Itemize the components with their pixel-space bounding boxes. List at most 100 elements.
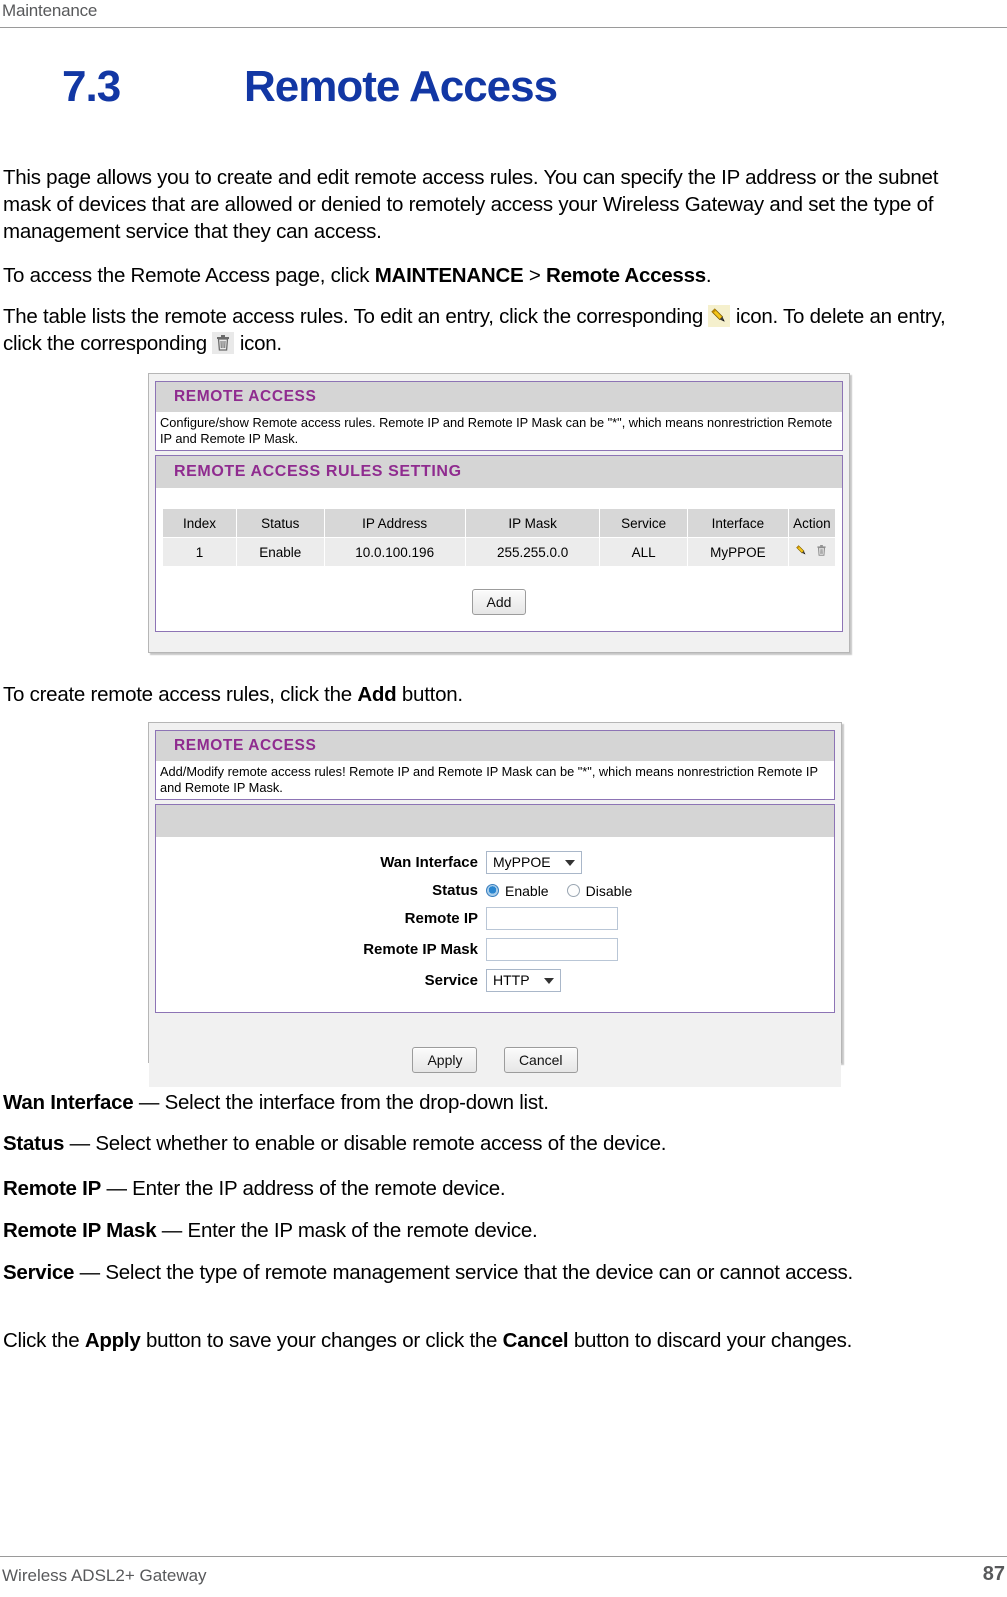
column-header-ip-mask: IP Mask	[464, 508, 601, 538]
definition-term: Remote IP	[3, 1177, 101, 1200]
chevron-down-icon	[564, 859, 575, 866]
service-value: HTTP	[493, 972, 530, 988]
status-label: Status	[432, 882, 478, 899]
remote-ip-label: Remote IP	[404, 910, 478, 927]
remote-access-panel: REMOTE ACCESS Configure/show Remote acce…	[155, 381, 843, 451]
add-button[interactable]: Add	[471, 589, 527, 615]
page-footer: Wireless ADSL2+ Gateway 87	[0, 1556, 1007, 1585]
remote-ip-mask-label: Remote IP Mask	[363, 941, 478, 958]
row-remote-ip-mask: Remote IP Mask	[156, 938, 834, 961]
click-apply-text-2: button to save your changes or click the	[140, 1329, 503, 1352]
remote-ip-input[interactable]	[486, 907, 618, 930]
cancel-button[interactable]: Cancel	[503, 1047, 578, 1073]
radio-enable-icon[interactable]	[486, 884, 499, 897]
footer-page-number: 87	[982, 1563, 1005, 1585]
form-panel-title: REMOTE ACCESS	[174, 737, 317, 754]
menu-path-separator: >	[523, 264, 547, 287]
column-header-index: Index	[161, 508, 238, 538]
definition-service: Service — Select the type of remote mana…	[3, 1259, 988, 1286]
cell-action	[787, 537, 837, 567]
create-add-bold: Add	[357, 683, 397, 706]
section-heading: 7.3 Remote Access	[0, 62, 1007, 122]
add-button-row: Add	[156, 567, 842, 631]
definition-remote-ip: Remote IP — Enter the IP address of the …	[3, 1175, 988, 1202]
column-header-service: Service	[599, 508, 688, 538]
chevron-down-icon	[543, 977, 554, 984]
intro-text: This page allows you to create and edit …	[3, 166, 939, 243]
row-wan-interface: Wan Interface MyPPOE	[156, 851, 834, 874]
column-header-interface: Interface	[686, 508, 789, 538]
table-header-row: Index Status IP Address IP Mask Service …	[161, 508, 837, 538]
table-lists-text-3: icon.	[234, 332, 282, 355]
row-service: Service HTTP	[156, 969, 834, 992]
definition-term: Status	[3, 1132, 65, 1155]
remote-access-rules-panel: REMOTE ACCESS RULES SETTING Index Status…	[155, 455, 843, 632]
row-edit-pencil-icon[interactable]	[794, 543, 809, 561]
apply-button[interactable]: Apply	[412, 1047, 478, 1073]
rules-table-wrapper: Index Status IP Address IP Mask Service …	[156, 488, 842, 567]
screenshot-remote-access-form: REMOTE ACCESS Add/Modify remote access r…	[148, 722, 842, 1087]
create-suffix: button.	[396, 683, 463, 706]
pencil-icon	[708, 305, 731, 327]
trash-icon	[212, 332, 235, 354]
screenshot-remote-access-list: REMOTE ACCESS Configure/show Remote acce…	[148, 373, 850, 653]
cell-status: Enable	[236, 537, 325, 567]
cancel-bold: Cancel	[502, 1329, 569, 1352]
definition-dash: —	[74, 1261, 106, 1284]
form-body: Wan Interface MyPPOE Status Enable Disab…	[156, 837, 834, 1012]
status-disable-option[interactable]: Disable	[566, 883, 632, 899]
radio-disable-icon[interactable]	[566, 884, 580, 897]
access-path-paragraph: To access the Remote Access page, click …	[3, 262, 988, 289]
row-status: Status Enable Disable	[156, 882, 834, 899]
cell-index: 1	[161, 537, 238, 567]
wan-interface-label: Wan Interface	[380, 854, 478, 871]
definition-description: Enter the IP mask of the remote device.	[187, 1219, 538, 1242]
remote-ip-mask-input[interactable]	[486, 938, 618, 961]
definition-description: Select whether to enable or disable remo…	[95, 1132, 667, 1155]
cell-service: ALL	[599, 537, 688, 567]
definition-wan-interface: Wan Interface — Select the interface fro…	[3, 1089, 988, 1116]
remote-access-panel-header: REMOTE ACCESS	[156, 382, 842, 412]
service-select[interactable]: HTTP	[486, 969, 561, 992]
row-delete-trash-icon[interactable]	[814, 543, 829, 561]
menu-path-maintenance: MAINTENANCE	[374, 264, 524, 287]
table-lists-paragraph: The table lists the remote access rules.…	[3, 303, 988, 357]
section-number: 7.3	[62, 62, 121, 111]
cell-ip-mask: 255.255.0.0	[464, 537, 601, 567]
definition-description: Select the type of remote management ser…	[105, 1261, 853, 1284]
definition-term: Wan Interface	[3, 1091, 134, 1114]
table-row: 1 Enable 10.0.100.196 255.255.0.0 ALL My…	[161, 537, 837, 567]
page-title: Remote Access	[244, 62, 558, 111]
form-panel-header-block: REMOTE ACCESS Add/Modify remote access r…	[155, 730, 835, 800]
form-actions: Apply Cancel	[149, 1013, 841, 1087]
remote-access-panel-title: REMOTE ACCESS	[174, 388, 317, 405]
definition-dash: —	[101, 1177, 133, 1200]
page-running-header: Maintenance	[0, 0, 1007, 28]
access-prefix: To access the Remote Access page, click	[3, 264, 375, 287]
status-enable-option[interactable]: Enable	[486, 883, 549, 899]
remote-access-rules-title: REMOTE ACCESS RULES SETTING	[174, 463, 462, 480]
remote-access-rules-table: Index Status IP Address IP Mask Service …	[161, 508, 837, 567]
menu-path-remote-access: Remote Accesss	[546, 264, 706, 287]
definition-term: Remote IP Mask	[3, 1219, 157, 1242]
definition-description: Select the interface from the drop-down …	[164, 1091, 549, 1114]
click-apply-text-1: Click the	[3, 1329, 85, 1352]
wan-interface-value: MyPPOE	[493, 854, 551, 870]
definition-dash: —	[133, 1091, 165, 1114]
footer-document-name: Wireless ADSL2+ Gateway	[2, 1566, 207, 1585]
table-lists-text-1: The table lists the remote access rules.…	[3, 305, 709, 328]
remote-access-panel-description: Configure/show Remote access rules. Remo…	[156, 412, 842, 450]
definition-term: Service	[3, 1261, 75, 1284]
access-suffix: .	[705, 264, 712, 287]
form-panel-description: Add/Modify remote access rules! Remote I…	[156, 761, 834, 799]
wan-interface-select[interactable]: MyPPOE	[486, 851, 582, 874]
form-panel-header: REMOTE ACCESS	[156, 731, 834, 761]
form-fields-panel: Wan Interface MyPPOE Status Enable Disab…	[155, 804, 835, 1013]
apply-bold: Apply	[84, 1329, 141, 1352]
column-header-action: Action	[787, 508, 837, 538]
form-fields-header	[156, 805, 834, 837]
service-label: Service	[424, 972, 478, 989]
definition-dash: —	[64, 1132, 96, 1155]
create-rules-paragraph: To create remote access rules, click the…	[3, 681, 988, 708]
definition-description: Enter the IP address of the remote devic…	[132, 1177, 506, 1200]
